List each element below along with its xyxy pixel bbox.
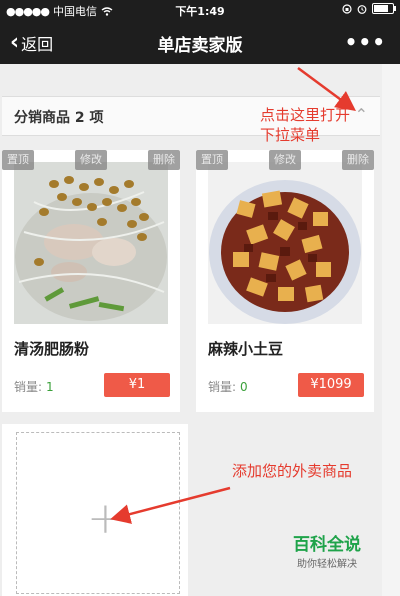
- plus-icon: +: [87, 493, 124, 544]
- watermark-logo: 百科全说 助你轻松解决: [278, 530, 376, 572]
- add-product-button[interactable]: +: [16, 432, 180, 594]
- sales-label: 销量:: [14, 380, 43, 394]
- product-toolbar: 置顶 修改 删除: [196, 150, 374, 172]
- pin-to-top-button[interactable]: 置顶: [2, 150, 34, 170]
- status-bar: ●●●●● 中国电信 下午1:49: [0, 0, 400, 20]
- product-image[interactable]: [14, 162, 168, 324]
- lock-rotation-icon: [342, 3, 352, 14]
- alarm-icon: [357, 4, 367, 14]
- annotation-line-1: 点击这里打开: [260, 106, 351, 124]
- status-time: 下午1:49: [175, 5, 225, 18]
- product-toolbar: 置顶 修改 删除: [2, 150, 180, 172]
- product-sales: 销量: 0: [208, 378, 248, 395]
- sales-count: 0: [240, 380, 248, 394]
- watermark-subtitle: 助你轻松解决: [297, 559, 357, 570]
- nav-bar: ‹ 返回 单店卖家版 •••: [0, 20, 400, 64]
- dropdown-annotation: 点击这里打开 下拉菜单: [260, 105, 350, 145]
- battery-icon: [372, 3, 396, 14]
- product-name: 清汤肥肠粉: [14, 340, 90, 358]
- price-button[interactable]: ¥1099: [298, 373, 364, 397]
- add-annotation: 添加您的外卖商品: [232, 462, 353, 480]
- edit-button[interactable]: 修改: [75, 150, 107, 170]
- add-product-card[interactable]: +: [2, 424, 188, 596]
- chevron-up-icon[interactable]: ⌃: [355, 105, 368, 124]
- product-card[interactable]: 置顶 修改 删除 清汤肥肠粉 销量: 1 ¥1: [2, 150, 180, 412]
- pin-to-top-button[interactable]: 置顶: [196, 150, 228, 170]
- sales-label: 销量:: [208, 380, 237, 394]
- page-title: 单店卖家版: [157, 36, 243, 56]
- product-sales: 销量: 1: [14, 378, 54, 395]
- distribution-count-label: 分销商品 2 项: [14, 110, 104, 126]
- product-card[interactable]: 置顶 修改 删除 麻辣小土豆 销量: 0 ¥1099: [196, 150, 374, 412]
- more-menu-button[interactable]: •••: [345, 30, 386, 54]
- sales-count: 1: [46, 380, 54, 394]
- delete-button[interactable]: 删除: [148, 150, 180, 170]
- watermark-title: 百科全说: [293, 535, 361, 555]
- product-image[interactable]: [208, 162, 362, 324]
- price-button[interactable]: ¥1: [104, 373, 170, 397]
- scroll-gutter: [382, 64, 400, 596]
- annotation-line-2: 下拉菜单: [260, 126, 321, 144]
- edit-button[interactable]: 修改: [269, 150, 301, 170]
- delete-button[interactable]: 删除: [342, 150, 374, 170]
- product-name: 麻辣小土豆: [208, 340, 284, 358]
